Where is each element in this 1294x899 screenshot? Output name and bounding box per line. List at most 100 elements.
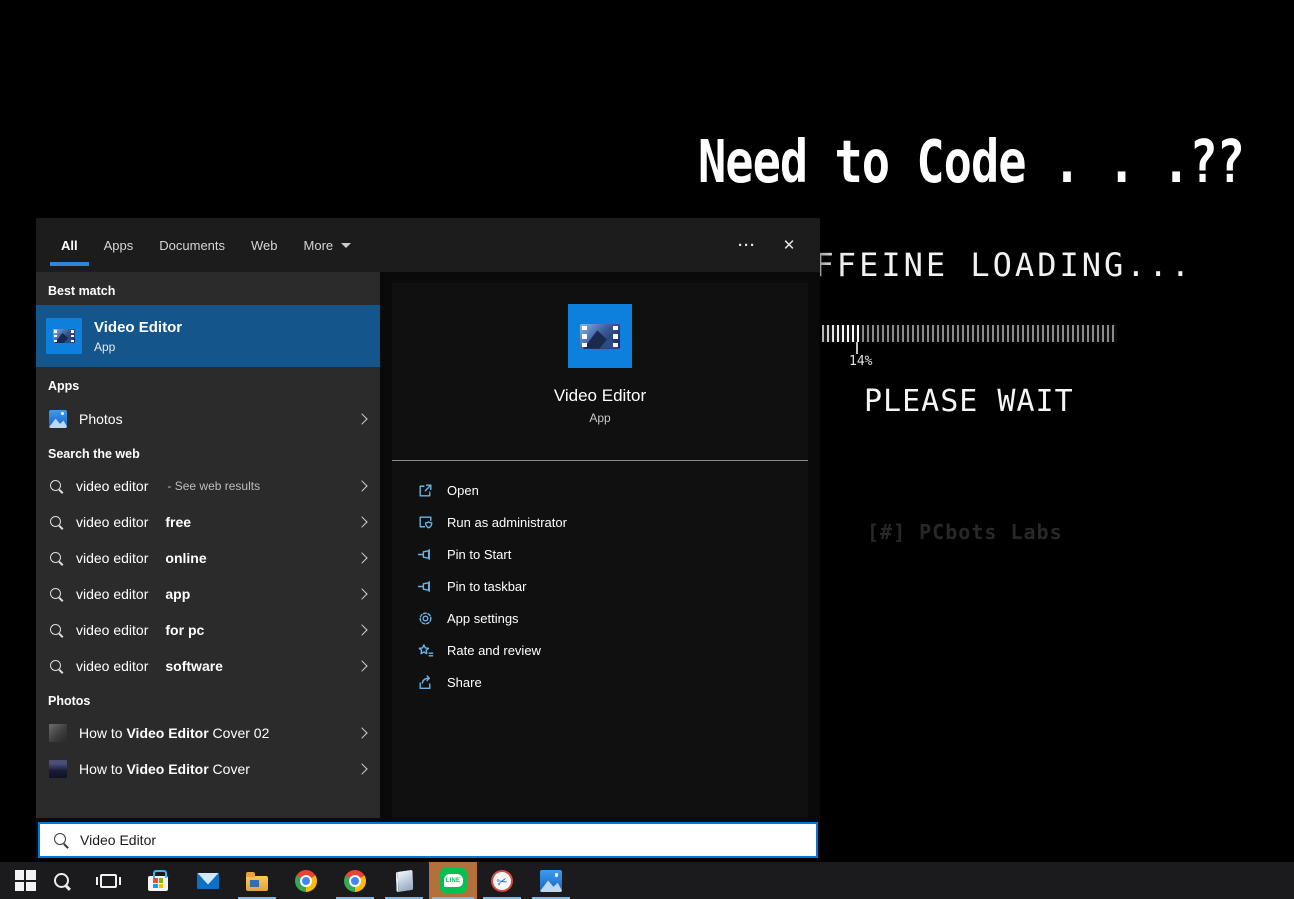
search-icon [49, 515, 64, 530]
app-result-photos[interactable]: Photos [36, 400, 380, 437]
taskbar-chrome-2[interactable] [333, 862, 377, 899]
best-match-type: App [94, 340, 182, 354]
photo-thumbnail [49, 724, 67, 742]
search-the-web-header: Search the web [36, 437, 380, 468]
taskbar-search-button[interactable] [40, 862, 84, 899]
taskbar-file-explorer[interactable] [235, 862, 279, 899]
web-result-bold: app [165, 586, 190, 602]
photo-result[interactable]: How to Video Editor Cover [36, 751, 380, 787]
web-result[interactable]: video editor for pc [36, 612, 380, 648]
web-result-text: video editor [76, 658, 148, 674]
tab-more-label: More [304, 238, 334, 253]
notepad-icon [395, 869, 413, 891]
taskbar-microsoft-store[interactable] [136, 862, 180, 899]
search-input[interactable] [69, 824, 816, 856]
chevron-right-icon [356, 413, 367, 424]
chrome-icon [344, 870, 366, 892]
taskbar-photos[interactable] [529, 862, 573, 899]
mail-envelope-icon [197, 873, 219, 889]
task-view-button[interactable] [86, 862, 130, 899]
tab-documents[interactable]: Documents [146, 218, 238, 272]
line-label: LINE [446, 878, 460, 884]
search-icon [54, 873, 70, 889]
tab-web[interactable]: Web [238, 218, 291, 272]
web-result[interactable]: video editor online [36, 540, 380, 576]
wallpaper-heading: Need to Code . . .?? [698, 128, 1244, 197]
divider [392, 460, 808, 461]
wallpaper-wait-text: PLEASE WAIT [864, 384, 1074, 419]
taskbar-line[interactable]: LINE [429, 862, 477, 899]
search-icon [49, 587, 64, 602]
photo-result[interactable]: How to Video Editor Cover 02 [36, 715, 380, 751]
tab-more[interactable]: More [291, 218, 365, 272]
app-result-label: Photos [79, 411, 123, 427]
store-bag-icon [148, 876, 168, 891]
web-result-note: - See web results [167, 479, 260, 493]
active-tab-underline [50, 262, 89, 266]
tab-apps[interactable]: Apps [91, 218, 147, 272]
more-options-button[interactable]: ··· [732, 230, 762, 260]
web-result-bold: software [165, 658, 223, 674]
rate-review-icon [417, 642, 434, 659]
search-icon [53, 832, 69, 848]
photo-thumbnail [49, 760, 67, 778]
scissors-icon: ✂ [489, 867, 516, 894]
web-result[interactable]: video editor app [36, 576, 380, 612]
action-app-settings[interactable]: App settings [392, 602, 808, 634]
action-label: Share [447, 675, 482, 690]
chevron-right-icon [356, 552, 367, 563]
wallpaper-progress-bar [822, 325, 1117, 342]
app-settings-icon [417, 610, 434, 627]
tab-all-label: All [61, 238, 78, 253]
app-type: App [392, 411, 808, 425]
action-label: Pin to taskbar [447, 579, 527, 594]
taskbar-mail[interactable] [186, 862, 230, 899]
search-results-panel: Best match Video Editor App Apps Photos [36, 272, 380, 818]
folder-icon [246, 876, 268, 891]
action-pin-to-start[interactable]: Pin to Start [392, 538, 808, 570]
web-result-text: video editor [76, 586, 148, 602]
video-editor-icon [46, 318, 82, 354]
search-icon [49, 479, 64, 494]
best-match-header: Best match [36, 272, 380, 305]
photos-icon [540, 870, 562, 892]
web-result[interactable]: video editor free [36, 504, 380, 540]
taskbar-notepad[interactable] [382, 862, 426, 899]
taskbar-chrome-1[interactable] [284, 862, 328, 899]
tab-documents-label: Documents [159, 238, 225, 253]
photos-app-icon [49, 410, 67, 428]
task-view-icon [100, 874, 117, 888]
desktop: Need to Code . . .?? CAFFEINE LOADING...… [0, 0, 1294, 899]
tab-apps-label: Apps [104, 238, 134, 253]
web-result-text: video editor [76, 478, 148, 494]
run-as-admin-icon [417, 514, 434, 531]
close-button[interactable]: ✕ [774, 230, 804, 260]
video-editor-icon [568, 304, 632, 368]
web-result[interactable]: video editor - See web results [36, 468, 380, 504]
photos-header: Photos [36, 684, 380, 715]
action-share[interactable]: Share [392, 666, 808, 698]
web-result-bold: online [165, 550, 206, 566]
tab-all[interactable]: All [48, 218, 91, 272]
open-icon [417, 482, 434, 499]
app-title: Video Editor [392, 386, 808, 406]
taskbar-screen-capture[interactable]: ✂ [480, 862, 524, 899]
action-open[interactable]: Open [392, 474, 808, 506]
search-box [38, 822, 818, 858]
web-result-bold: free [165, 514, 191, 530]
web-result-text: video editor [76, 622, 148, 638]
photo-result-text: How to Video Editor Cover 02 [79, 725, 269, 741]
action-label: App settings [447, 611, 519, 626]
search-filter-tabs: All Apps Documents Web More ··· ✕ [36, 218, 820, 272]
wallpaper-progress-percent: 14% [849, 354, 872, 369]
chevron-right-icon [356, 588, 367, 599]
search-icon [49, 623, 64, 638]
web-result[interactable]: video editor software [36, 648, 380, 684]
best-match-result[interactable]: Video Editor App [36, 305, 380, 367]
action-rate-and-review[interactable]: Rate and review [392, 634, 808, 666]
wallpaper-progress-fill [822, 325, 859, 342]
action-pin-to-taskbar[interactable]: Pin to taskbar [392, 570, 808, 602]
action-run-as-administrator[interactable]: Run as administrator [392, 506, 808, 538]
web-result-text: video editor [76, 550, 148, 566]
chevron-right-icon [356, 763, 367, 774]
